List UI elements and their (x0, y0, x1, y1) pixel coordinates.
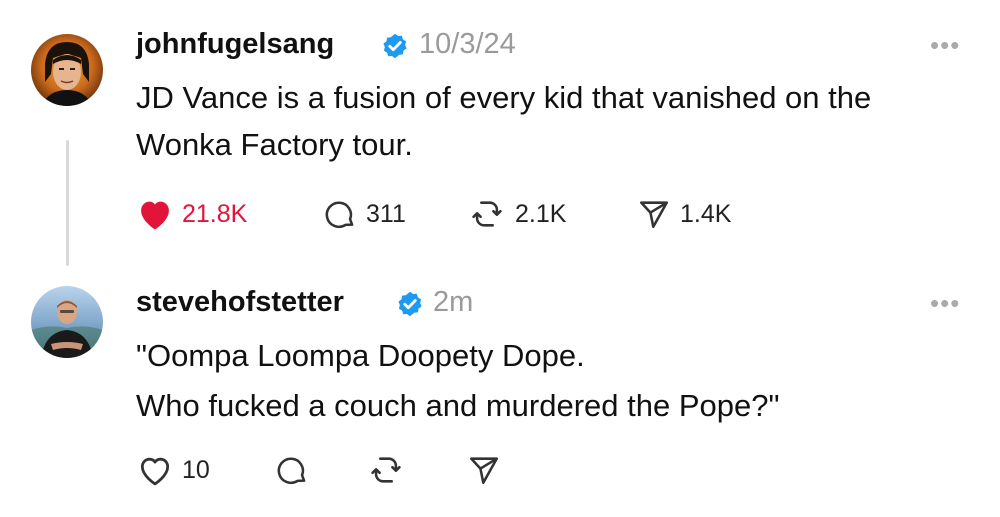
post-text-line: Who fucked a couch and murdered the Pope… (136, 388, 780, 423)
verified-badge-icon (383, 33, 407, 59)
heart-filled-icon (141, 201, 169, 230)
avatar-image (31, 34, 103, 106)
share-button[interactable]: 1.4K (636, 197, 731, 231)
reply-button[interactable] (274, 453, 310, 487)
repost-icon (371, 457, 401, 483)
repost-button[interactable] (366, 453, 406, 487)
repost-button[interactable]: 2.1K (467, 197, 566, 231)
post-timestamp: 10/3/24 (419, 28, 516, 60)
reply-count: 311 (366, 199, 406, 228)
thread-line (66, 140, 69, 266)
post-1: johnfugelsang 10/3/24 ••• JD Vance is a … (0, 0, 1000, 270)
send-icon (639, 201, 669, 229)
share-button[interactable] (466, 453, 502, 487)
more-options-icon[interactable]: ••• (930, 30, 960, 61)
like-count: 10 (182, 455, 210, 484)
post-text-line: Wonka Factory tour. (136, 127, 413, 162)
send-icon (469, 457, 499, 485)
post-text-line: JD Vance is a fusion of every kid that v… (136, 80, 872, 115)
repost-icon (472, 201, 502, 227)
username[interactable]: stevehofstetter (136, 286, 344, 319)
post-2: stevehofstetter 2m ••• "Oompa Loompa Doo… (0, 270, 1000, 517)
post-timestamp: 2m (433, 286, 474, 318)
post-text-line: "Oompa Loompa Doopety Dope. (136, 338, 585, 373)
share-count: 1.4K (680, 199, 732, 228)
username[interactable]: johnfugelsang (136, 28, 334, 61)
like-count: 21.8K (182, 199, 248, 228)
repost-count: 2.1K (515, 199, 567, 228)
avatar[interactable] (31, 34, 103, 106)
avatar-image (31, 286, 103, 358)
heart-icon (140, 457, 170, 486)
more-options-icon[interactable]: ••• (930, 288, 960, 319)
like-button[interactable]: 10 (136, 453, 210, 487)
avatar[interactable] (31, 286, 103, 358)
comment-icon (277, 457, 306, 485)
like-button[interactable]: 21.8K (136, 197, 247, 231)
verified-badge-icon (398, 291, 422, 317)
reply-button[interactable]: 311 (322, 197, 406, 231)
comment-icon (325, 201, 354, 229)
